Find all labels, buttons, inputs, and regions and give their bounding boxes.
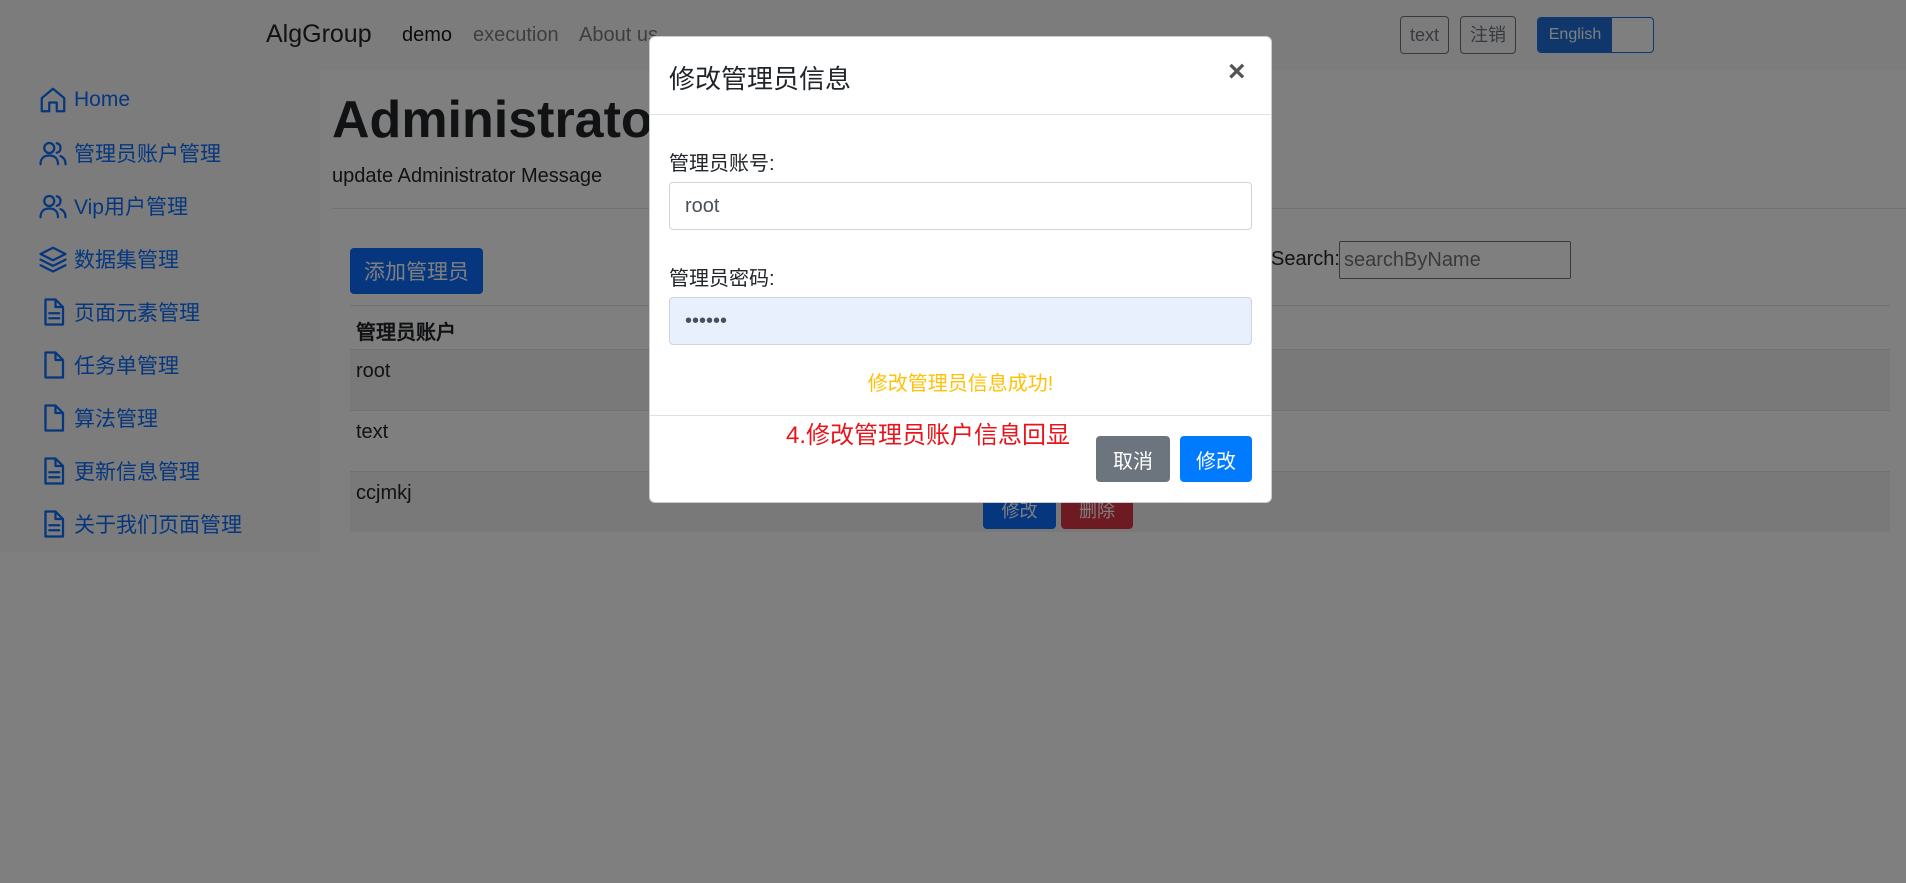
password-label: 管理员密码: (669, 268, 775, 290)
annotation-text: 4.修改管理员账户信息回显 (786, 422, 1071, 449)
account-label: 管理员账号: (669, 153, 775, 175)
modal-header-divider (650, 114, 1271, 115)
cancel-button[interactable]: 取消 (1096, 436, 1170, 482)
success-message: 修改管理员信息成功! (867, 373, 1054, 395)
password-input[interactable] (669, 297, 1252, 345)
account-input[interactable] (669, 182, 1252, 230)
close-icon[interactable]: × (1228, 57, 1246, 87)
modal-title: 修改管理员信息 (669, 64, 852, 94)
edit-admin-modal: 修改管理员信息 × 管理员账号: 管理员密码: 修改管理员信息成功! 4.修改管… (649, 36, 1272, 503)
submit-button[interactable]: 修改 (1180, 436, 1252, 482)
